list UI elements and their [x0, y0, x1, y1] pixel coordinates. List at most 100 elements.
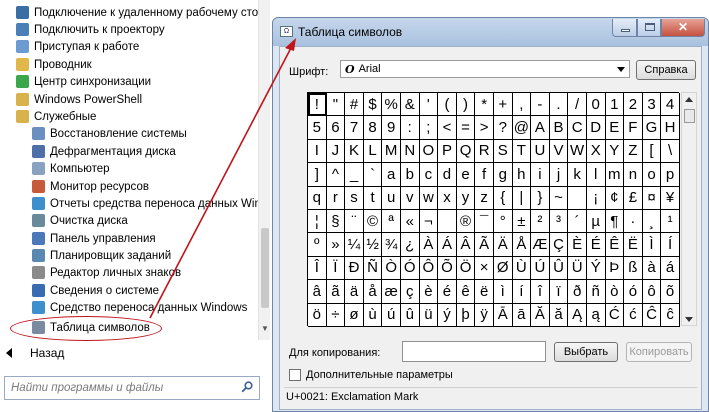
char-cell[interactable]: $	[363, 93, 383, 117]
char-cell[interactable]: Q	[456, 139, 476, 164]
copy-button[interactable]: Копировать	[626, 342, 692, 362]
select-button[interactable]: Выбрать	[554, 342, 618, 362]
char-cell[interactable]: b	[400, 163, 420, 187]
char-cell[interactable]: Ò	[382, 256, 401, 281]
char-cell[interactable]: N	[400, 139, 420, 164]
char-cell[interactable]: Ì	[642, 233, 662, 257]
help-button[interactable]: Справка	[636, 60, 696, 80]
char-cell[interactable]: Í	[661, 233, 680, 257]
char-cell[interactable]: 4	[661, 93, 680, 117]
menu-item[interactable]: Восстановление системы	[32, 125, 187, 142]
char-cell[interactable]: V	[549, 139, 569, 164]
char-cell[interactable]: Y	[605, 139, 625, 164]
char-cell[interactable]: ¸	[642, 209, 662, 234]
char-cell[interactable]: Ç	[549, 233, 569, 257]
char-cell[interactable]: å	[363, 280, 383, 304]
char-cell[interactable]: ë	[475, 280, 494, 304]
char-cell[interactable]: ă	[549, 303, 569, 327]
char-cell[interactable]: â	[308, 280, 327, 304]
char-cell[interactable]: É	[586, 233, 606, 257]
char-cell[interactable]: x	[438, 186, 457, 210]
char-cell[interactable]: 8	[363, 116, 383, 140]
char-cell[interactable]: 3	[642, 93, 662, 117]
char-cell[interactable]: y	[456, 186, 476, 210]
char-cell[interactable]: t	[363, 186, 383, 210]
char-cell[interactable]: Ô	[419, 256, 439, 281]
char-cell[interactable]: R	[475, 139, 494, 164]
char-cell[interactable]: q	[308, 186, 327, 210]
char-cell[interactable]: T	[512, 139, 532, 164]
char-cell[interactable]: ¤	[642, 186, 662, 210]
char-cell[interactable]: ò	[605, 280, 625, 304]
char-cell[interactable]: ¿	[400, 233, 420, 257]
char-cell[interactable]: ÿ	[475, 303, 494, 327]
char-cell[interactable]: o	[642, 163, 662, 187]
char-cell[interactable]: è	[419, 280, 439, 304]
char-cell[interactable]: p	[661, 163, 680, 187]
char-cell[interactable]: k	[568, 163, 587, 187]
char-cell[interactable]: µ	[586, 209, 606, 234]
search-icon[interactable]	[241, 381, 253, 393]
char-cell[interactable]: 1	[605, 93, 625, 117]
char-cell[interactable]: ]	[308, 163, 327, 187]
char-cell[interactable]: þ	[456, 303, 476, 327]
char-cell[interactable]: B	[549, 116, 569, 140]
char-cell[interactable]: -	[531, 93, 550, 117]
char-cell[interactable]: ¢	[605, 186, 625, 210]
char-cell[interactable]: ï	[549, 280, 569, 304]
grid-scrollbar-thumb[interactable]	[684, 109, 695, 123]
char-cell[interactable]: J	[326, 139, 346, 164]
char-cell[interactable]: Ø	[493, 256, 513, 281]
font-dropdown[interactable]: O Arial	[340, 60, 630, 78]
char-cell[interactable]: `	[363, 163, 383, 187]
char-cell[interactable]: 6	[326, 116, 346, 140]
char-cell[interactable]: á	[661, 256, 680, 281]
menu-item[interactable]: Проводник	[16, 56, 92, 73]
char-cell[interactable]: Û	[549, 256, 569, 281]
scroll-down-icon[interactable]	[685, 317, 693, 322]
scroll-up-icon[interactable]	[685, 97, 693, 102]
char-cell[interactable]: ß	[624, 256, 643, 281]
char-cell[interactable]: ¨	[345, 209, 364, 234]
char-cell[interactable]: 2	[624, 93, 643, 117]
char-cell[interactable]: È	[568, 233, 587, 257]
scroll-down-icon[interactable]: ▼	[261, 324, 269, 333]
char-cell[interactable]: X	[586, 139, 606, 164]
char-cell[interactable]: O	[419, 139, 439, 164]
char-cell[interactable]: *	[475, 93, 494, 117]
char-cell[interactable]: °	[493, 209, 513, 234]
char-cell[interactable]: <	[438, 116, 457, 140]
char-cell[interactable]: ¬	[419, 209, 439, 234]
char-cell[interactable]: r	[326, 186, 346, 210]
char-cell[interactable]: '	[419, 93, 439, 117]
char-cell[interactable]: z	[475, 186, 494, 210]
char-cell[interactable]: %	[382, 93, 401, 117]
char-cell[interactable]: g	[493, 163, 513, 187]
char-cell[interactable]: ê	[456, 280, 476, 304]
char-cell[interactable]: G	[642, 116, 662, 140]
char-cell[interactable]: .	[549, 93, 569, 117]
char-cell[interactable]: Ð	[345, 256, 364, 281]
char-cell[interactable]: \	[661, 139, 680, 164]
menu-item[interactable]: Дефрагментация диска	[32, 143, 176, 160]
char-cell[interactable]: j	[549, 163, 569, 187]
programs-scrollbar[interactable]: ▼	[258, 0, 270, 340]
menu-item[interactable]: Windows PowerShell	[16, 91, 142, 108]
char-cell[interactable]: ³	[549, 209, 569, 234]
char-cell[interactable]: ć	[624, 303, 643, 327]
char-cell[interactable]: ĉ	[661, 303, 680, 327]
char-cell[interactable]: Ý	[586, 256, 606, 281]
char-cell[interactable]: F	[624, 116, 643, 140]
char-cell[interactable]: M	[382, 139, 401, 164]
char-cell[interactable]: n	[624, 163, 643, 187]
char-cell[interactable]: ú	[382, 303, 401, 327]
char-cell[interactable]: ì	[493, 280, 513, 304]
char-cell[interactable]: ā	[512, 303, 532, 327]
char-cell[interactable]: ?	[493, 116, 513, 140]
char-cell[interactable]: ä	[345, 280, 364, 304]
char-cell[interactable]: u	[382, 186, 401, 210]
char-cell[interactable]: @	[512, 116, 532, 140]
char-cell[interactable]: Â	[456, 233, 476, 257]
char-cell[interactable]: "	[326, 93, 346, 117]
char-cell[interactable]: ´	[568, 209, 587, 234]
